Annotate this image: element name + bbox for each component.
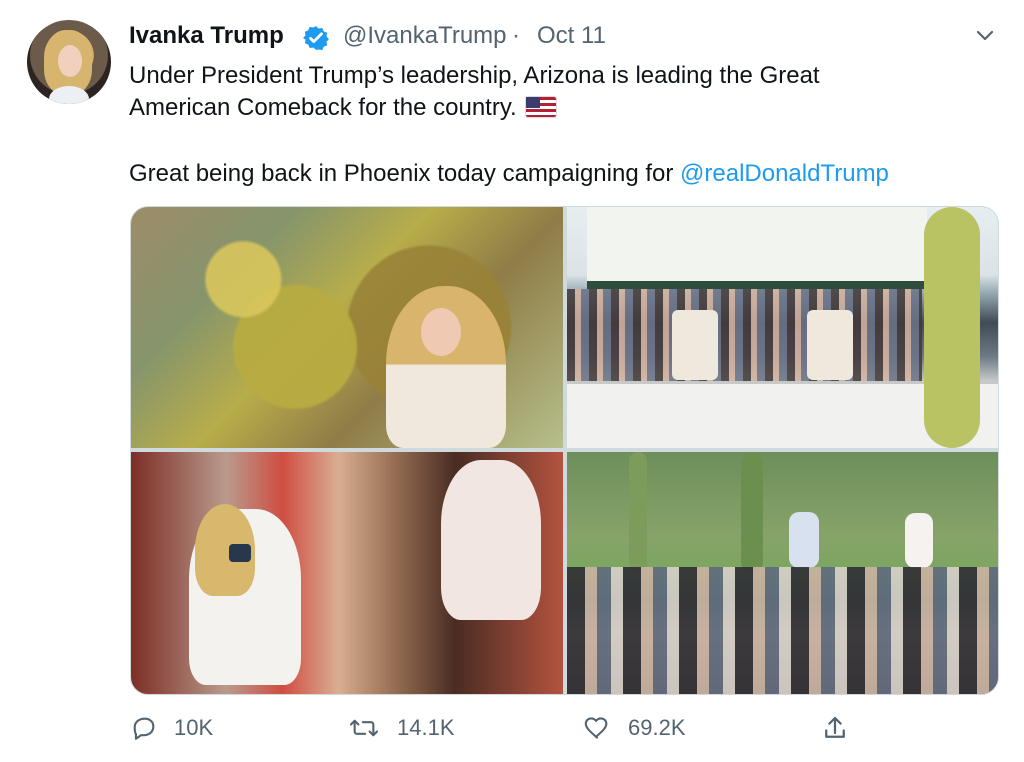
mention-link[interactable]: @realDonaldTrump: [680, 160, 889, 187]
verified-badge-icon: [303, 26, 329, 51]
photo-cactus: [924, 207, 980, 448]
heart-icon: [584, 717, 608, 739]
us-flag-icon: [525, 97, 556, 117]
author-handle[interactable]: @IvankaTrump: [343, 20, 507, 52]
tweet-text-line-3: Great being back in Phoenix today campai…: [129, 158, 979, 190]
tweet-text-line-2: American Comeback for the country.: [129, 92, 979, 124]
date-separator: ·: [512, 22, 520, 49]
photo-chair: [807, 310, 853, 380]
author-name[interactable]: Ivanka Trump: [129, 20, 284, 52]
tweet-text: Under President Trump’s leadership, Ariz…: [129, 60, 979, 190]
photo-building: [587, 207, 927, 289]
tweet-actions: 10K 14.1K 69.2K: [0, 707, 1024, 749]
reply-count: 10K: [174, 715, 214, 740]
tweet-text-line-1: Under President Trump’s leadership, Ariz…: [129, 62, 820, 89]
reply-icon: [133, 717, 155, 740]
retweet-count: 14.1K: [397, 715, 455, 740]
photo-children[interactable]: [131, 452, 563, 694]
media-grid[interactable]: [130, 206, 999, 695]
photo-cactus: [629, 452, 647, 573]
chevron-down-icon[interactable]: [973, 24, 997, 48]
photo-audience: [567, 567, 998, 694]
photo-cactus: [741, 452, 763, 573]
reply-button[interactable]: 10K: [130, 707, 213, 749]
tweet-text-line-2-text: American Comeback for the country.: [129, 94, 517, 121]
photo-face: [421, 308, 461, 356]
photo-speaker: [905, 513, 933, 568]
retweet-icon: [349, 719, 379, 737]
avatar[interactable]: [27, 20, 111, 104]
photo-chair: [672, 310, 718, 380]
photo-event-stage[interactable]: [567, 207, 998, 448]
tweet-card: Ivanka Trump @IvankaTrump · Oct 11 Under…: [0, 0, 1024, 762]
tweet-date[interactable]: Oct 11: [537, 20, 606, 52]
like-count: 69.2K: [628, 715, 686, 740]
share-icon: [825, 716, 845, 738]
photo-portrait[interactable]: [131, 207, 563, 448]
face-mask: [229, 544, 251, 562]
tweet-text-prefix: Great being back in Phoenix today campai…: [129, 160, 681, 187]
avatar-face: [58, 45, 82, 77]
retweet-button[interactable]: 14.1K: [347, 707, 455, 749]
like-button[interactable]: 69.2K: [582, 707, 686, 749]
photo-outdoor-audience[interactable]: [567, 452, 998, 694]
photo-child: [441, 460, 541, 620]
photo-speaker: [789, 512, 819, 568]
photo-crowd: [567, 289, 922, 381]
share-button[interactable]: [820, 707, 850, 749]
